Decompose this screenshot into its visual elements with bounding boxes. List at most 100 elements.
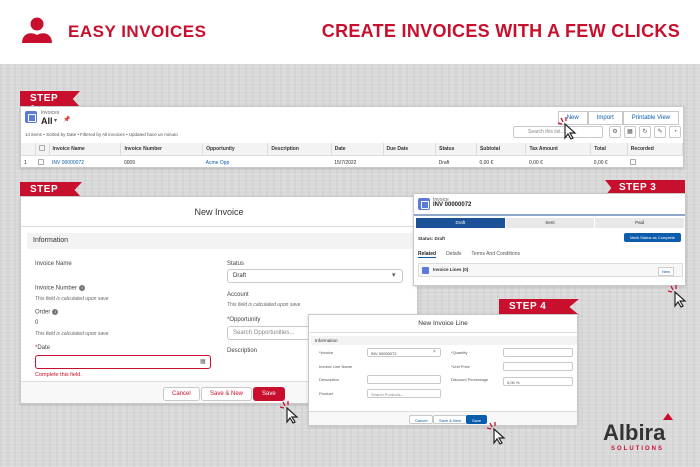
- easy-invoices-logo-icon: [22, 17, 52, 43]
- save-button[interactable]: Save: [466, 415, 488, 424]
- brand-name: EASY INVOICES: [68, 22, 207, 41]
- tagline: CREATE INVOICES WITH A FEW CLICKS: [321, 21, 680, 41]
- row-number: 1: [21, 155, 35, 167]
- save-and-new-button[interactable]: Save & New: [433, 415, 468, 424]
- column-header[interactable]: Subtotal: [476, 143, 527, 156]
- cancel-button[interactable]: Cancel: [409, 415, 434, 424]
- invoice-lookup[interactable]: INV 00000072: [367, 348, 441, 357]
- date-input[interactable]: [35, 355, 211, 369]
- new-invoice-line-modal: New Invoice Line Information *Invoice IN…: [308, 314, 578, 426]
- chevron-down-icon[interactable]: ▾: [392, 271, 396, 279]
- column-header[interactable]: Total: [590, 143, 628, 156]
- step-1-tag: STEP 1: [20, 91, 80, 107]
- calc-note: This field is calculated upon save: [35, 296, 109, 302]
- modal-title: New Invoice Line: [309, 315, 577, 333]
- order-value: 0: [35, 320, 39, 326]
- date-error: Complete this field.: [35, 372, 82, 378]
- column-header[interactable]: Opportunity: [202, 143, 269, 156]
- chevron-down-icon[interactable]: ▾: [54, 117, 57, 124]
- product-search-input[interactable]: Search Products...: [367, 389, 441, 398]
- invoice-object-icon: [418, 198, 430, 210]
- save-and-new-button[interactable]: Save & New: [201, 387, 253, 401]
- chart-icon[interactable]: ◔: [669, 126, 681, 138]
- list-toolbar: ⚙ ▦ ↻ ✎ ◔ ▼: [609, 126, 683, 138]
- column-header[interactable]: Invoice Name: [49, 143, 122, 156]
- invoice-object-icon: [25, 111, 37, 123]
- list-meta: 14 items • Sorted by Date • Filtered by …: [25, 132, 178, 137]
- pin-icon[interactable]: 📌: [63, 116, 70, 123]
- tab-terms[interactable]: Terms And Conditions: [471, 251, 520, 258]
- refresh-icon[interactable]: ↻: [639, 126, 651, 138]
- mouse-cursor-icon: [279, 401, 299, 424]
- date-cell: 15/7/2022: [331, 155, 383, 167]
- table-row: 1 INV 00000072 0009 Acme Opp 15/7/2022 D…: [21, 155, 683, 167]
- calc-note: This field is calculated upon save: [227, 302, 301, 308]
- status-cell: Draft: [435, 155, 477, 167]
- stage-sent[interactable]: Sent: [505, 218, 595, 228]
- stage-paid[interactable]: Paid: [595, 218, 685, 228]
- opportunity-label: *Opportunity: [227, 317, 261, 323]
- albira-subtitle: SOLUTIONS: [611, 446, 665, 452]
- column-header[interactable]: Description: [267, 143, 332, 156]
- column-header[interactable]: Date: [331, 143, 384, 156]
- unit-price-input[interactable]: [503, 362, 573, 371]
- edit-icon[interactable]: ✎: [654, 126, 666, 138]
- due-date-cell: [383, 155, 436, 167]
- description-input[interactable]: [367, 375, 441, 384]
- invoice-list-view: Invoices All ▾ 📌 New Import Printable Vi…: [20, 106, 684, 168]
- invoice-record-page: Invoice INV 00000072 Draft Sent Paid Sta…: [413, 193, 686, 286]
- recorded-checkbox[interactable]: [627, 155, 683, 167]
- invoice-number-label: Invoice Number i: [35, 285, 86, 292]
- tab-details[interactable]: Details: [446, 251, 461, 258]
- albira-logo: Albira SOLUTIONS: [603, 412, 693, 462]
- modal-footer: Cancel Save & New Save: [309, 411, 577, 425]
- product-label: Product: [319, 391, 333, 396]
- printable-view-button[interactable]: Printable View: [622, 111, 679, 125]
- info-icon[interactable]: i: [79, 285, 86, 291]
- table-view-icon[interactable]: ▦: [624, 126, 636, 138]
- mouse-cursor-icon: [557, 117, 577, 140]
- record-name: INV 00000072: [433, 202, 472, 208]
- status-text: Status: Draft: [418, 236, 446, 241]
- settings-icon[interactable]: ⚙: [609, 126, 621, 138]
- save-button[interactable]: Save: [253, 387, 285, 401]
- divider: [414, 214, 685, 216]
- row-checkbox[interactable]: [35, 155, 49, 167]
- select-all-header[interactable]: [35, 143, 50, 156]
- top-banner: EASY INVOICES CREATE INVOICES WITH A FEW…: [0, 0, 700, 64]
- discount-input[interactable]: 0,00 %: [503, 377, 573, 386]
- mouse-cursor-icon: [667, 285, 687, 308]
- column-header[interactable]: Recorded: [627, 143, 683, 156]
- list-view-name[interactable]: All: [41, 116, 53, 126]
- column-header[interactable]: Tax Amount: [525, 143, 592, 156]
- invoice-table: Invoice Name Invoice Number Opportunity …: [21, 143, 683, 167]
- account-label: Account: [227, 292, 249, 298]
- table-header-row: Invoice Name Invoice Number Opportunity …: [21, 143, 683, 156]
- invoice-number-cell: 0009: [120, 155, 203, 167]
- cancel-button[interactable]: Cancel: [163, 387, 200, 401]
- tab-related[interactable]: Related: [418, 251, 437, 258]
- stage-draft[interactable]: Draft: [416, 218, 505, 228]
- info-icon[interactable]: i: [52, 309, 59, 315]
- import-button[interactable]: Import: [587, 111, 623, 125]
- status-select[interactable]: Draft: [227, 269, 403, 283]
- invoice-name-link[interactable]: INV 00000072: [49, 155, 121, 167]
- quantity-input[interactable]: [503, 348, 573, 357]
- total-cell: 0,00 €: [590, 155, 628, 167]
- discount-label: Discount Percentage: [451, 377, 489, 382]
- opportunity-link[interactable]: Acme Opp: [202, 155, 268, 167]
- mouse-cursor-icon: [486, 422, 506, 445]
- albira-accent-icon: [663, 413, 673, 420]
- section-header: Information: [311, 336, 577, 345]
- mark-status-complete-button[interactable]: Mark Status as Complete: [624, 233, 681, 242]
- new-invoice-line-button[interactable]: New: [657, 267, 674, 276]
- column-header[interactable]: Due Date: [383, 143, 437, 156]
- clear-icon[interactable]: ×: [433, 349, 436, 355]
- column-header[interactable]: Status: [435, 143, 477, 156]
- record-tabs: Related Details Terms And Conditions: [418, 251, 520, 258]
- calendar-icon[interactable]: ▦: [200, 358, 206, 365]
- albira-wordmark: Albira: [603, 420, 666, 445]
- invoice-lines-icon: [422, 267, 429, 274]
- section-header: Information: [27, 233, 413, 249]
- column-header[interactable]: Invoice Number: [120, 143, 204, 156]
